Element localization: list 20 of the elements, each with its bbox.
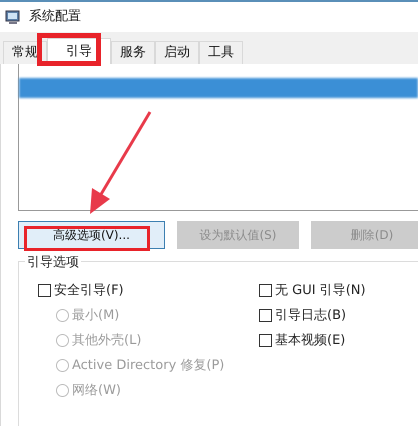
checkbox[interactable] — [259, 334, 272, 347]
tab[interactable]: 启动 — [155, 41, 199, 64]
checkbox-label: 基本视频(E) — [275, 332, 346, 350]
checkbox-label: 引导日志(B) — [275, 306, 346, 325]
checkbox-label: 无 GUI 引导(N) — [275, 282, 366, 300]
window-title: 系统配置 — [29, 8, 81, 26]
checkbox[interactable] — [259, 309, 272, 322]
app-icon — [5, 9, 21, 25]
highlight-box — [37, 33, 101, 66]
checkbox[interactable] — [38, 284, 51, 297]
radio-label: Active Directory 修复(P) — [72, 356, 224, 375]
radio-label: 网络(W) — [72, 382, 121, 400]
list-item[interactable] — [19, 78, 418, 98]
tab[interactable]: 服务 — [111, 41, 155, 64]
radio-label: 最小(M) — [72, 306, 120, 325]
radio-label: 其他外壳(L) — [72, 332, 142, 350]
boot-list[interactable] — [18, 64, 418, 211]
checkbox[interactable] — [259, 284, 272, 297]
tab[interactable]: 工具 — [199, 41, 243, 64]
checkbox-label: 安全引导(F) — [54, 282, 124, 300]
